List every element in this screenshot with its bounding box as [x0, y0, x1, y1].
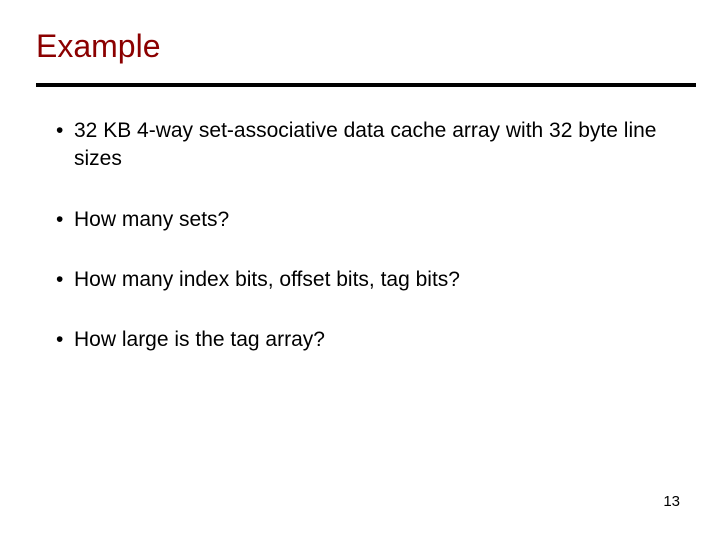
title-divider	[36, 83, 696, 87]
slide-container: Example 32 KB 4-way set-associative data…	[0, 0, 720, 540]
bullet-item: How many sets?	[56, 206, 684, 234]
bullet-list: 32 KB 4-way set-associative data cache a…	[36, 117, 684, 355]
slide-title: Example	[36, 28, 684, 65]
bullet-item: 32 KB 4-way set-associative data cache a…	[56, 117, 684, 174]
bullet-item: How large is the tag array?	[56, 326, 684, 354]
bullet-item: How many index bits, offset bits, tag bi…	[56, 266, 684, 294]
page-number: 13	[663, 493, 680, 510]
